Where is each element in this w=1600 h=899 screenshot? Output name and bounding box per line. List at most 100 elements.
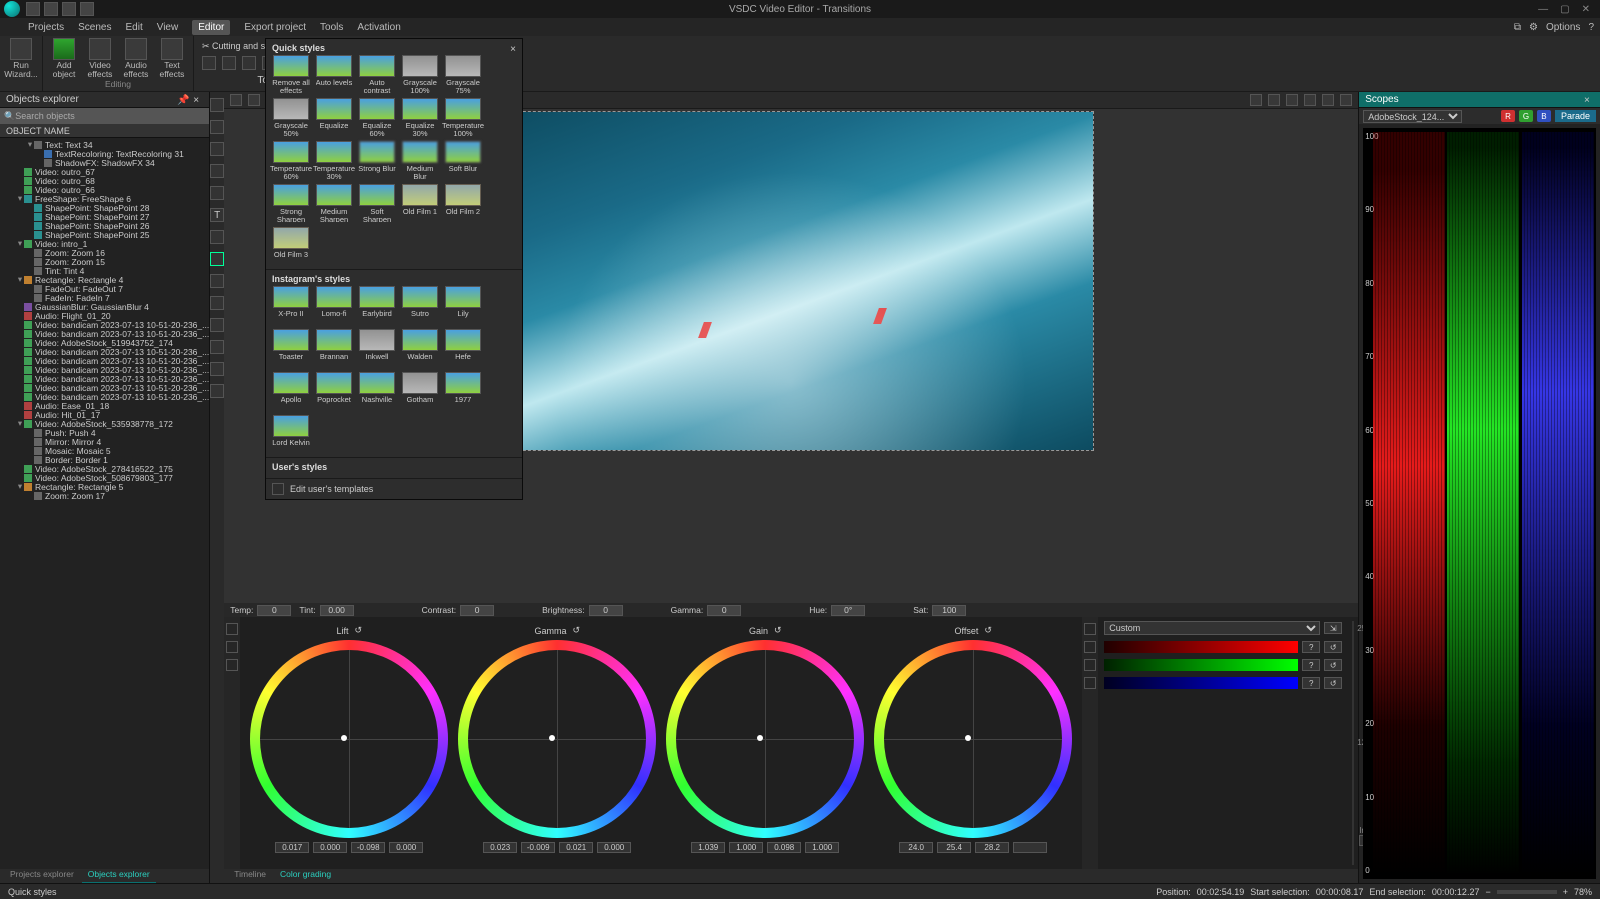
toggle-icon[interactable] (1084, 659, 1096, 671)
wheel-value[interactable]: 1.000 (805, 842, 839, 853)
reset-icon[interactable]: ↺ (984, 625, 992, 636)
wheel-value[interactable]: 0.000 (389, 842, 423, 853)
wheel-value[interactable]: 0.000 (597, 842, 631, 853)
quick-style-item[interactable]: Equalize (315, 98, 353, 136)
wheel-value[interactable]: 0.017 (275, 842, 309, 853)
quick-style-item[interactable]: Brannan (315, 329, 353, 367)
close-panel-icon[interactable]: × (193, 95, 203, 105)
layout-toggle-icon[interactable]: ⧉ (1514, 22, 1521, 33)
maximize-icon[interactable]: ▢ (1560, 4, 1569, 15)
eyedropper-icon[interactable] (226, 623, 238, 635)
reset-icon[interactable]: ↺ (572, 625, 580, 636)
green-slider[interactable] (1104, 659, 1298, 671)
wheel-value[interactable]: 1.039 (691, 842, 725, 853)
toggle-icon[interactable] (1084, 677, 1096, 689)
grid-icon[interactable] (1304, 94, 1316, 106)
quick-style-item[interactable]: Grayscale 50% (272, 98, 310, 136)
object-tree[interactable]: ▾Text: Text 34TextRecoloring: TextRecolo… (0, 138, 209, 869)
snap-icon[interactable] (1322, 94, 1334, 106)
wheel-value[interactable]: 28.2 (975, 842, 1009, 853)
quick-style-item[interactable]: Nashville (358, 372, 396, 410)
text-tool-icon[interactable]: T (210, 208, 224, 222)
menu-tools[interactable]: Tools (320, 22, 343, 33)
gear-icon[interactable]: ⚙ (1529, 22, 1538, 33)
qa-btn[interactable] (26, 2, 40, 16)
wheel-value[interactable]: 0.000 (313, 842, 347, 853)
quick-style-item[interactable]: Medium Blur (401, 141, 439, 179)
shape-tool-icon[interactable] (210, 186, 224, 200)
ellipse-tool-icon[interactable] (210, 318, 224, 332)
status-quickstyles[interactable]: Quick styles (8, 887, 57, 897)
column-header[interactable]: OBJECT NAME (0, 124, 209, 138)
quick-style-item[interactable]: Hefe (444, 329, 482, 367)
search-input[interactable]: 🔍 Search objects (0, 108, 209, 124)
wheel-value[interactable]: -0.098 (351, 842, 385, 853)
quick-style-item[interactable]: Temperature 60% (272, 141, 310, 179)
hand-tool-icon[interactable] (210, 120, 224, 134)
temp-input[interactable]: 0 (257, 605, 291, 616)
gamma-input[interactable]: 0 (707, 605, 741, 616)
misc-tool-icon[interactable] (210, 384, 224, 398)
red-value[interactable]: ? (1302, 641, 1320, 653)
reset-icon[interactable] (226, 641, 238, 653)
contrast-input[interactable]: 0 (460, 605, 494, 616)
sat-input[interactable]: 100 (932, 605, 966, 616)
blue-value[interactable]: ? (1302, 677, 1320, 689)
zoom-in-icon[interactable]: + (1563, 887, 1568, 897)
close-icon[interactable]: × (510, 44, 516, 55)
pen-tool-icon[interactable] (210, 164, 224, 178)
quick-style-item[interactable]: Remove all effects (272, 55, 310, 93)
options-label[interactable]: Options (1546, 22, 1580, 33)
grid-icon[interactable] (1286, 94, 1298, 106)
quick-style-item[interactable]: Old Film 1 (401, 184, 439, 222)
quick-style-item[interactable]: Toaster (272, 329, 310, 367)
quick-style-item[interactable]: X-Pro II (272, 286, 310, 324)
tree-row[interactable]: Audio: Ease_01_18 (0, 401, 209, 410)
quick-style-item[interactable]: Temperature 30% (315, 141, 353, 179)
quick-style-item[interactable]: Lomo-fi (315, 286, 353, 324)
color-tool-icon[interactable] (210, 252, 224, 266)
quick-style-item[interactable]: Lily (444, 286, 482, 324)
line-tool-icon[interactable] (210, 340, 224, 354)
channel-preset-select[interactable]: Custom (1104, 621, 1320, 635)
preset-export-icon[interactable]: ⇲ (1324, 622, 1342, 634)
quick-style-item[interactable]: Earlybird (358, 286, 396, 324)
tree-row[interactable]: Video: outro_68 (0, 176, 209, 185)
text-effects-button[interactable]: Text effects (157, 38, 187, 78)
reset-icon[interactable]: ↺ (1324, 659, 1342, 671)
scopes-source-select[interactable]: AdobeStock_124... (1363, 110, 1462, 123)
tab-projects-explorer[interactable]: Projects explorer (4, 869, 80, 883)
color-wheel[interactable] (874, 640, 1072, 838)
close-icon[interactable]: ✕ (1582, 4, 1590, 15)
align-icon[interactable] (1268, 94, 1280, 106)
toolbar-icon[interactable] (230, 94, 242, 106)
toggle-icon[interactable] (1084, 641, 1096, 653)
tint-input[interactable]: 0.00 (320, 605, 354, 616)
zoom-out-icon[interactable]: − (1485, 887, 1490, 897)
tree-row[interactable]: Video: outro_67 (0, 167, 209, 176)
qa-btn[interactable] (80, 2, 94, 16)
green-value[interactable]: ? (1302, 659, 1320, 671)
crop-tool-icon[interactable] (210, 142, 224, 156)
quick-style-item[interactable]: Inkwell (358, 329, 396, 367)
link-icon[interactable] (226, 659, 238, 671)
color-wheel[interactable] (666, 640, 864, 838)
edit-user-templates-button[interactable]: Edit user's templates (266, 479, 522, 499)
menu-editor[interactable]: Editor (192, 20, 230, 35)
quick-style-item[interactable]: Auto contrast (358, 55, 396, 93)
zoom-slider[interactable] (1497, 890, 1557, 894)
quick-style-item[interactable]: Grayscale 100% (401, 55, 439, 93)
quick-style-item[interactable]: Soft Blur (444, 141, 482, 179)
reset-icon[interactable]: ↺ (354, 625, 362, 636)
curves-editor[interactable]: 255 128 In: Out: X: 0, Y: 0 (1352, 621, 1354, 865)
color-wheel[interactable] (458, 640, 656, 838)
quick-style-item[interactable]: Auto levels (315, 55, 353, 93)
quick-style-item[interactable]: Walden (401, 329, 439, 367)
toolbar-icon[interactable] (248, 94, 260, 106)
tree-row[interactable]: Push: Push 4 (0, 428, 209, 437)
wheel-value[interactable]: 0.098 (767, 842, 801, 853)
tree-row[interactable]: Zoom: Zoom 15 (0, 257, 209, 266)
help-icon[interactable]: ? (1588, 22, 1594, 33)
wheel-value[interactable]: 25.4 (937, 842, 971, 853)
quick-style-item[interactable]: Strong Sharpen (272, 184, 310, 222)
